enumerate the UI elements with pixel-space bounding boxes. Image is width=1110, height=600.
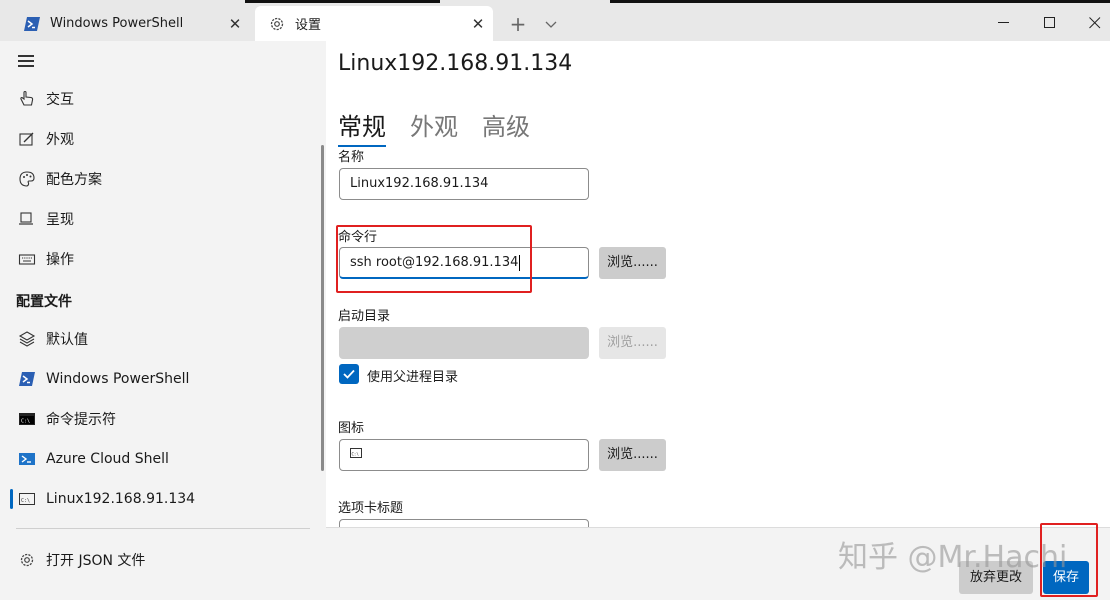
- tab-general[interactable]: 常规: [338, 107, 386, 147]
- sidebar-item-defaults[interactable]: 默认值: [0, 319, 318, 359]
- layers-icon: [18, 330, 36, 348]
- sidebar-item-label: 命令提示符: [46, 412, 116, 428]
- azure-icon: [18, 450, 36, 468]
- open-json-label: 打开 JSON 文件: [46, 553, 146, 569]
- svg-text:C:\: C:\: [21, 498, 30, 504]
- hamburger-menu-icon[interactable]: [18, 55, 36, 69]
- sidebar-item-azure-cloud-shell[interactable]: Azure Cloud Shell: [0, 439, 318, 479]
- maximize-button[interactable]: [1027, 8, 1073, 38]
- sidebar: 交互 外观 配色方案 呈现 操作 配置文件 默认值 Windows PowerS…: [0, 41, 326, 600]
- sidebar-item-appearance[interactable]: 外观: [0, 119, 318, 159]
- open-json-file-button[interactable]: 打开 JSON 文件: [0, 540, 318, 580]
- sidebar-item-windows-powershell[interactable]: Windows PowerShell: [0, 359, 318, 399]
- name-field-value: Linux192.168.91.134: [350, 176, 489, 191]
- tab-advanced[interactable]: 高级: [482, 107, 530, 142]
- appearance-icon: [18, 130, 36, 148]
- close-icon[interactable]: ✕: [220, 15, 250, 33]
- chevron-down-icon[interactable]: [538, 10, 564, 38]
- sidebar-item-color-schemes[interactable]: 配色方案: [0, 159, 318, 199]
- sidebar-item-actions[interactable]: 操作: [0, 239, 318, 279]
- annotation-highlight-box: [1040, 523, 1098, 597]
- cmd-icon: C:\: [18, 410, 36, 428]
- terminal-icon: C:\: [350, 440, 362, 470]
- interaction-icon: [18, 90, 36, 108]
- sidebar-item-label: Windows PowerShell: [46, 371, 190, 387]
- sidebar-item-label: 外观: [46, 132, 74, 148]
- profiles-header: 配置文件: [16, 294, 72, 310]
- svg-text:C:\: C:\: [352, 452, 360, 457]
- powershell-icon: [18, 370, 36, 388]
- keyboard-icon: [18, 250, 36, 268]
- tab-label: Windows PowerShell: [50, 16, 184, 31]
- tab-windows-powershell[interactable]: Windows PowerShell ✕: [10, 6, 250, 41]
- sidebar-item-label: 呈现: [46, 212, 74, 228]
- sidebar-item-rendering[interactable]: 呈现: [0, 199, 318, 239]
- powershell-icon: [24, 16, 40, 32]
- divider: [16, 528, 310, 529]
- browse-command-button[interactable]: 浏览......: [599, 247, 666, 279]
- tab-label: 设置: [295, 18, 322, 33]
- sidebar-item-label: 操作: [46, 252, 74, 268]
- sidebar-item-label: Linux192.168.91.134: [46, 491, 196, 507]
- profile-tabs: 常规 外观 高级: [338, 107, 554, 147]
- title-bar: Windows PowerShell ✕ 设置 ✕ +: [0, 0, 1110, 41]
- svg-text:C:\: C:\: [21, 419, 30, 425]
- gear-icon: [18, 551, 36, 569]
- watermark: 知乎 @Mr.Hachi: [838, 540, 1068, 575]
- checkmark-icon: [343, 369, 355, 379]
- top-dark-strip: [610, 0, 1110, 3]
- browse-directory-button[interactable]: 浏览......: [599, 327, 666, 359]
- sidebar-item-label: 配色方案: [46, 172, 102, 188]
- use-parent-directory-checkbox[interactable]: [339, 364, 359, 384]
- sidebar-item-label: 默认值: [46, 332, 88, 348]
- browse-icon-button[interactable]: 浏览......: [599, 439, 666, 471]
- top-dark-strip: [245, 0, 440, 3]
- starting-directory-field[interactable]: [339, 327, 589, 359]
- rendering-icon: [18, 210, 36, 228]
- sidebar-item-label: Azure Cloud Shell: [46, 451, 169, 467]
- terminal-icon: C:\: [18, 490, 36, 508]
- sidebar-item-interaction[interactable]: 交互: [0, 79, 318, 119]
- icon-label: 图标: [338, 421, 365, 436]
- sidebar-scrollbar[interactable]: [321, 145, 324, 471]
- tab-settings[interactable]: 设置 ✕: [255, 6, 493, 41]
- sidebar-item-linux-profile[interactable]: C:\ Linux192.168.91.134: [0, 479, 318, 519]
- tab-appearance[interactable]: 外观: [410, 107, 458, 142]
- starting-directory-label: 启动目录: [338, 309, 391, 324]
- close-window-button[interactable]: [1072, 8, 1110, 38]
- new-tab-button[interactable]: +: [505, 10, 531, 38]
- tab-title-label: 选项卡标题: [338, 501, 404, 516]
- icon-field[interactable]: C:\: [339, 439, 589, 471]
- name-label: 名称: [338, 150, 365, 165]
- page-title: Linux192.168.91.134: [338, 51, 573, 76]
- gear-icon: [269, 16, 285, 32]
- name-field[interactable]: Linux192.168.91.134: [339, 168, 589, 200]
- annotation-highlight-box: [336, 225, 532, 293]
- sidebar-item-command-prompt[interactable]: C:\ 命令提示符: [0, 399, 318, 439]
- sidebar-item-label: 交互: [46, 92, 74, 108]
- use-parent-directory-label: 使用父进程目录: [367, 370, 459, 385]
- minimize-button[interactable]: [981, 8, 1027, 38]
- palette-icon: [18, 170, 36, 188]
- close-icon[interactable]: ✕: [463, 15, 493, 33]
